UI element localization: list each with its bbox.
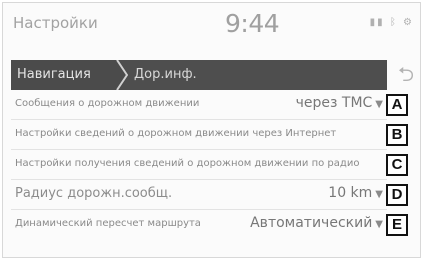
breadcrumb-item-label: Навигация [17, 67, 91, 82]
chevron-down-icon: ▼ [375, 219, 383, 230]
setting-value[interactable]: через TMC ▼ [296, 95, 383, 111]
breadcrumb: Навигация Дор.инф. [11, 60, 387, 90]
setting-label: Настройки получения сведений о дорожном … [15, 158, 360, 169]
setting-value-text: через TMC [295, 95, 373, 111]
back-button[interactable]: ⮌ [395, 63, 417, 85]
setting-label: Сообщения о дорожном движении [15, 98, 200, 109]
setting-label: Радиус дорожн.сообщ. [15, 186, 173, 201]
breadcrumb-item-traffic[interactable]: Дор.инф. [134, 67, 197, 82]
setting-row-internet-traffic[interactable]: Настройки сведений о дорожном движении ч… [11, 121, 387, 150]
setting-label: Динамический пересчет маршрута [15, 218, 201, 229]
callout-tag: E [386, 214, 408, 236]
callout-tag: B [386, 124, 408, 146]
callout-tag: D [386, 184, 408, 206]
setting-value[interactable]: 10 km ▼ [328, 185, 383, 201]
chevron-down-icon: ▼ [375, 189, 383, 200]
settings-screen: Настройки 9:44 ▮▮ ᛒ ⚙ Навигация Дор.инф.… [2, 2, 421, 258]
signal-icon: ▮▮ [369, 17, 385, 28]
setting-label: Настройки сведений о дорожном движении ч… [15, 128, 337, 139]
callout-tag: A [386, 94, 408, 116]
setting-row-traffic-messages[interactable]: Сообщения о дорожном движении через TMC ▼ [11, 91, 387, 120]
setting-value-text: 10 km [328, 185, 373, 201]
bluetooth-icon: ᛒ [389, 17, 398, 28]
back-arrow-icon: ⮌ [397, 62, 415, 86]
setting-row-dynamic-reroute[interactable]: Динамический пересчет маршрута Автоматич… [11, 211, 387, 239]
setting-value[interactable]: Автоматический ▼ [250, 215, 383, 231]
page-title: Настройки [13, 14, 98, 32]
setting-row-traffic-radius[interactable]: Радиус дорожн.сообщ. 10 km ▼ [11, 181, 387, 210]
setting-value-text: Автоматический [250, 215, 373, 231]
status-bar: Настройки 9:44 ▮▮ ᛒ ⚙ [3, 3, 420, 43]
chevron-down-icon: ▼ [375, 99, 383, 110]
setting-row-radio-traffic[interactable]: Настройки получения сведений о дорожном … [11, 151, 387, 180]
callout-tag: C [386, 154, 408, 176]
breadcrumb-item-navigation[interactable]: Навигация [11, 60, 129, 90]
settings-icon: ⚙ [403, 17, 414, 28]
breadcrumb-separator-icon [116, 60, 129, 90]
clock: 9:44 [225, 9, 280, 38]
status-icons: ▮▮ ᛒ ⚙ [370, 17, 414, 28]
